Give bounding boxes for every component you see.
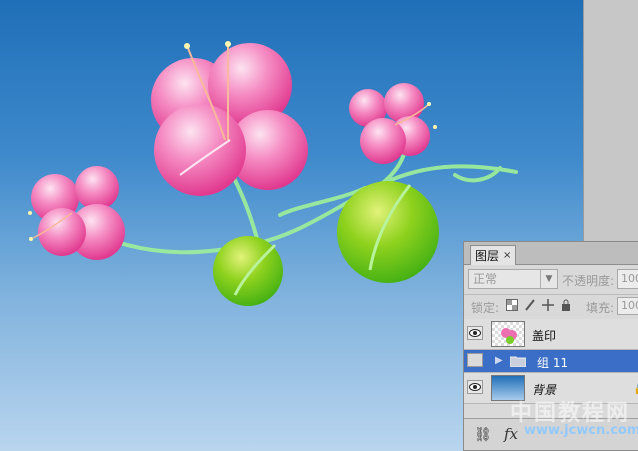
chevron-down-icon: ▼ (540, 270, 557, 288)
lock-icons (506, 299, 572, 311)
opacity-field[interactable]: 100 (617, 269, 638, 289)
expand-triangle-icon[interactable]: ▶ (495, 355, 503, 366)
eye-icon (469, 383, 481, 391)
layer-name: 盖印 (532, 329, 557, 343)
visibility-toggle[interactable] (467, 326, 483, 340)
blend-mode-value: 正常 (473, 272, 498, 286)
flower-thumbnail (491, 321, 525, 347)
close-icon[interactable]: × (503, 250, 511, 261)
layer-list: 盖印 ▶ 组 11 背景 🔒 (464, 319, 638, 404)
lock-transparency-icon[interactable] (506, 299, 518, 311)
lock-position-icon[interactable] (542, 299, 554, 311)
fill-label: 填充: (586, 301, 615, 315)
opacity-label: 不透明度: (562, 274, 615, 288)
visibility-toggle[interactable] (467, 353, 483, 367)
blend-opacity-row: 正常 ▼ 不透明度: 100 (464, 266, 638, 292)
lock-fill-row: 锁定: 填充: 100 (464, 294, 638, 317)
link-icon[interactable]: ⛓ (474, 427, 492, 443)
lock-label: 锁定: (471, 301, 500, 315)
lock-pixels-icon[interactable] (524, 299, 536, 311)
fill-field[interactable]: 100 (617, 297, 638, 315)
lock-all-icon[interactable] (560, 299, 572, 311)
visibility-toggle[interactable] (467, 380, 483, 394)
tab-layers-label: 图层 (475, 249, 500, 263)
blend-mode-select[interactable]: 正常 ▼ (468, 269, 558, 289)
folder-icon (510, 356, 526, 367)
tab-layers[interactable]: 图层 × (470, 245, 517, 265)
layer-row-group[interactable]: ▶ 组 11 (464, 350, 638, 373)
panel-tab-bar: 图层 × (464, 242, 638, 265)
eye-icon (469, 329, 481, 337)
lock-icon: 🔒 (633, 382, 638, 395)
watermark-url: www.jcwcn.com (524, 423, 638, 438)
layer-row-stamp[interactable]: 盖印 (464, 319, 638, 350)
layer-name: 组 11 (537, 356, 569, 370)
site-watermark: 中国教程网 www.jcwcn.com (510, 395, 638, 445)
